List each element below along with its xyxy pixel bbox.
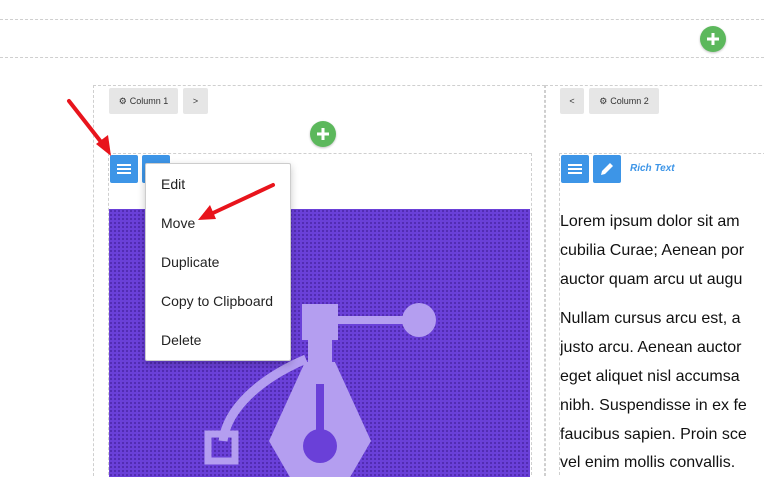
paragraph-1: Lorem ipsum dolor sit am cubilia Curae; … xyxy=(560,208,764,294)
plus-icon xyxy=(707,33,719,45)
block-context-menu: Edit Move Duplicate Copy to Clipboard De… xyxy=(145,163,291,361)
column-2-settings-label: Column 2 xyxy=(610,96,649,106)
row-divider-bottom xyxy=(0,57,764,58)
text-line: vel enim mollis convallis. xyxy=(560,454,736,472)
column-1-settings-button[interactable]: ⚙ Column 1 xyxy=(109,88,178,114)
menu-item-edit[interactable]: Edit xyxy=(146,165,290,204)
menu-item-copy-to-clipboard[interactable]: Copy to Clipboard xyxy=(146,282,290,321)
text-line: Lorem ipsum dolor sit am xyxy=(560,213,740,230)
text-line: cubilia Curae; Aenean por xyxy=(560,241,745,259)
gear-icon: ⚙ xyxy=(599,95,608,106)
block-type-label: Rich Text xyxy=(630,163,675,174)
hamburger-menu-icon xyxy=(117,164,131,174)
column-2-settings-button[interactable]: ⚙ Column 2 xyxy=(589,88,659,114)
block-1-drag-handle-button[interactable] xyxy=(110,155,138,183)
paragraph-2: Nullam cursus arcu est, a justo arcu. Ae… xyxy=(560,305,764,477)
add-row-button[interactable] xyxy=(700,26,726,52)
block-2-edit-button[interactable] xyxy=(593,155,621,183)
text-line: Nullam cursus arcu est, a xyxy=(560,310,741,328)
gear-icon: ⚙ xyxy=(118,95,127,106)
plus-icon xyxy=(317,128,329,140)
menu-item-delete[interactable]: Delete xyxy=(146,321,290,360)
text-line: auctor quam arcu ut augu xyxy=(560,270,743,288)
page-builder-canvas: ⚙ Column 1 > < ⚙ Column 2 Rich Text Lore… xyxy=(0,0,764,477)
row-divider-top xyxy=(0,19,764,20)
text-line: faucibus sapien. Proin sce xyxy=(560,425,747,443)
pencil-icon xyxy=(601,163,613,175)
text-line: eget aliquet nisl accumsa xyxy=(560,367,740,385)
column-2-move-left-button[interactable]: < xyxy=(560,88,584,114)
text-line: justo arcu. Aenean auctor xyxy=(560,339,742,357)
column-1-move-right-button[interactable]: > xyxy=(183,88,208,114)
text-line: nibh. Suspendisse in ex fe xyxy=(560,396,747,414)
move-left-label: < xyxy=(569,96,575,106)
rich-text-content[interactable]: Lorem ipsum dolor sit am cubilia Curae; … xyxy=(560,208,764,477)
menu-item-move[interactable]: Move xyxy=(146,204,290,243)
hamburger-menu-icon xyxy=(568,164,582,174)
add-block-button[interactable] xyxy=(310,121,336,147)
block-2-drag-handle-button[interactable] xyxy=(561,155,589,183)
menu-item-duplicate[interactable]: Duplicate xyxy=(146,243,290,282)
move-right-label: > xyxy=(192,96,199,106)
column-1-settings-label: Column 1 xyxy=(129,96,169,106)
